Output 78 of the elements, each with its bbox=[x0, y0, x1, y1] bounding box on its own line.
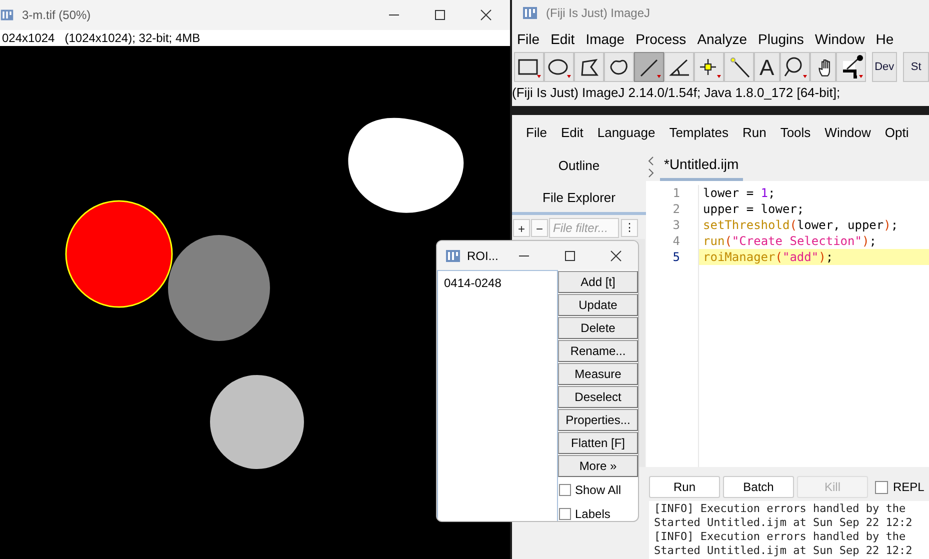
checkbox[interactable] bbox=[559, 484, 571, 496]
tool-button[interactable] bbox=[836, 52, 866, 82]
console-line: [INFO] Execution errors handled by the bbox=[654, 502, 907, 516]
tool-button[interactable] bbox=[780, 52, 810, 82]
filter-button[interactable]: − bbox=[531, 219, 548, 237]
roi-button[interactable]: Add [t] bbox=[558, 271, 638, 293]
window-title: 3-m.tif (50%) bbox=[22, 7, 91, 24]
menu-item[interactable]: Tools bbox=[780, 123, 811, 143]
line-number: 2 bbox=[672, 201, 681, 218]
menu-item[interactable]: Image bbox=[586, 28, 625, 50]
hand-icon bbox=[816, 57, 830, 77]
script-button[interactable]: Run bbox=[649, 476, 720, 498]
tool-button[interactable]: Dev bbox=[872, 52, 898, 82]
line-number: 1 bbox=[672, 185, 681, 202]
tool-button[interactable] bbox=[544, 52, 574, 82]
console-line: [INFO] Execution errors handled by the bbox=[654, 530, 907, 544]
status-text: (Fiji Is Just) ImageJ 2.14.0/1.54f; Java 1.8.0_172 [64-bit]; bbox=[512, 84, 840, 102]
tab-scroll-arrows-icon[interactable] bbox=[646, 155, 656, 179]
console-line: Started Untitled.ijm at Sun Sep 22 12:2 bbox=[654, 544, 914, 558]
repl-checkbox[interactable] bbox=[875, 480, 888, 494]
console-line: Started Untitled.ijm at Sun Sep 22 12:2 bbox=[654, 516, 914, 530]
app-icon bbox=[445, 248, 461, 264]
menu-item[interactable]: Run bbox=[742, 123, 766, 143]
roi-button[interactable]: Deselect bbox=[558, 386, 638, 408]
tool-button[interactable] bbox=[724, 52, 754, 82]
tool-button[interactable] bbox=[810, 52, 836, 82]
tool-button[interactable] bbox=[514, 52, 544, 82]
window-title: (Fiji Is Just) ImageJ bbox=[546, 5, 650, 22]
checkbox-label: Labels bbox=[575, 506, 610, 521]
menu-item[interactable]: He bbox=[876, 28, 894, 50]
file-filter-field[interactable]: File filter... bbox=[549, 218, 619, 238]
roi-button[interactable]: Measure bbox=[558, 363, 638, 385]
menu-item[interactable]: Window bbox=[824, 123, 871, 143]
filter-menu-button[interactable]: ⋮ bbox=[621, 219, 638, 237]
menu-item[interactable]: Analyze bbox=[697, 28, 747, 50]
close-icon[interactable] bbox=[480, 9, 492, 21]
tool-button[interactable] bbox=[664, 52, 694, 82]
script-button[interactable]: Batch bbox=[723, 476, 794, 498]
app-icon bbox=[522, 5, 538, 21]
image-info: 024x1024 (1024x1024); 32-bit; 4MB bbox=[1, 30, 200, 47]
maximize-icon[interactable] bbox=[434, 9, 446, 21]
close-icon[interactable] bbox=[610, 250, 622, 262]
tool-button[interactable] bbox=[574, 52, 604, 82]
roi-button[interactable]: Properties... bbox=[558, 409, 638, 431]
menu-item[interactable]: File bbox=[526, 123, 547, 143]
roi-button[interactable]: Delete bbox=[558, 317, 638, 339]
roi-button[interactable]: Rename... bbox=[558, 340, 638, 362]
menu-item[interactable]: File bbox=[517, 28, 540, 50]
code-line: lower = 1; bbox=[698, 185, 929, 201]
line-number: 3 bbox=[672, 217, 681, 234]
menu-item[interactable]: Window bbox=[814, 28, 865, 50]
code-line: upper = lower; bbox=[698, 201, 929, 217]
tool-button[interactable] bbox=[694, 52, 724, 82]
menu-item[interactable]: Process bbox=[636, 28, 686, 50]
filter-button[interactable]: + bbox=[513, 219, 530, 237]
roi-button[interactable]: Flatten [F] bbox=[558, 432, 638, 454]
line-number: 5 bbox=[672, 249, 681, 266]
roi-list-item[interactable]: 0414-0248 bbox=[444, 274, 557, 292]
menu-item[interactable]: Edit bbox=[550, 28, 575, 50]
text-tool-button[interactable]: A bbox=[754, 52, 780, 82]
tool-button[interactable] bbox=[634, 52, 664, 82]
checkbox[interactable] bbox=[559, 508, 571, 520]
checkbox-label: Show All bbox=[575, 482, 622, 498]
menu-item[interactable]: Opti bbox=[884, 123, 909, 143]
maximize-icon[interactable] bbox=[564, 250, 576, 262]
roi-button[interactable]: Update bbox=[558, 294, 638, 316]
code-line: setThreshold(lower, upper); bbox=[698, 217, 929, 233]
tool-button[interactable]: St bbox=[903, 52, 929, 82]
side-tab[interactable]: Outline bbox=[512, 151, 646, 183]
menu-item[interactable]: Templates bbox=[669, 123, 728, 143]
tool-button[interactable] bbox=[604, 52, 634, 82]
menu-item[interactable]: Edit bbox=[560, 123, 584, 143]
checkbox-label: REPL bbox=[893, 479, 924, 496]
menu-item[interactable]: Plugins bbox=[758, 28, 804, 50]
window-title: ROI... bbox=[467, 248, 498, 264]
menu-item[interactable]: Language bbox=[597, 123, 656, 143]
roi-button[interactable]: More » bbox=[558, 455, 638, 477]
line-number: 4 bbox=[672, 233, 681, 250]
